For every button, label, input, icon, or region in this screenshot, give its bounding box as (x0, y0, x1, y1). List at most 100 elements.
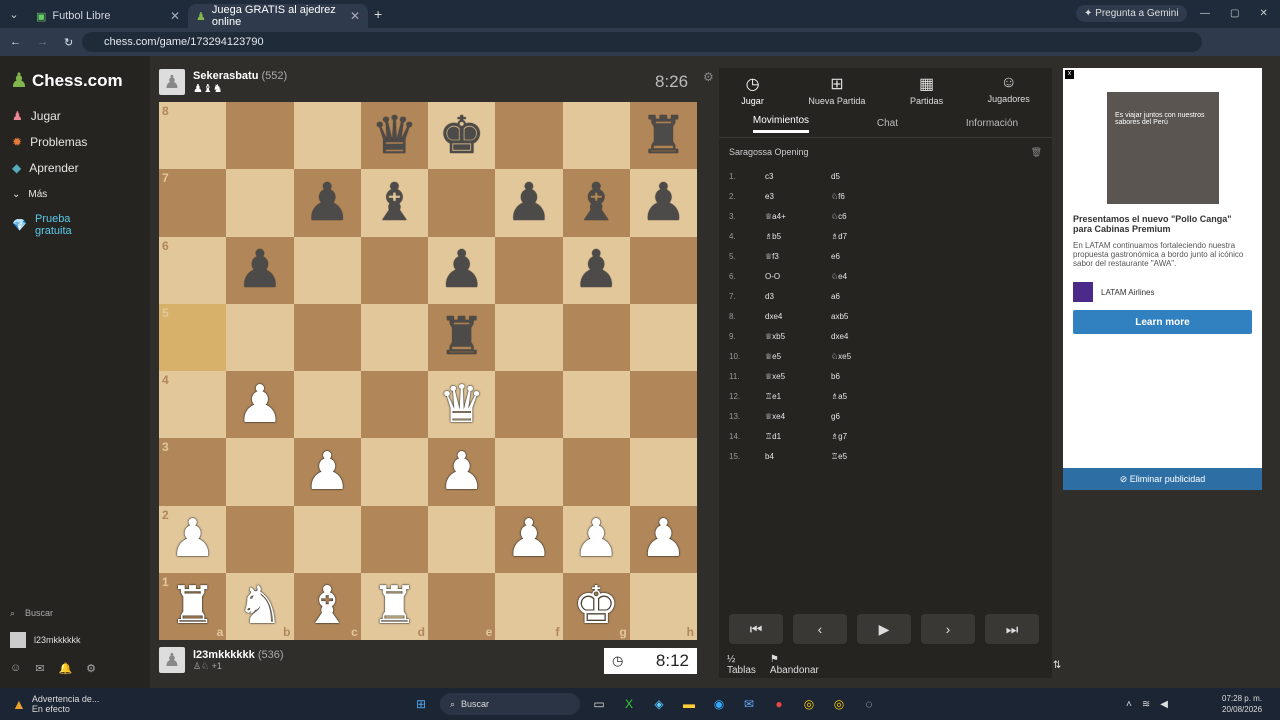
ad-choices-icon[interactable]: x (1065, 70, 1074, 79)
square-e1[interactable]: e (428, 572, 496, 640)
white-move[interactable]: ♕a4+ (765, 212, 831, 221)
wifi-icon[interactable]: ≋ (1142, 699, 1150, 710)
task-view-icon[interactable]: ▭ (588, 693, 610, 715)
black-pawn[interactable]: ♟ (304, 177, 351, 229)
edge-icon[interactable]: ◉ (708, 693, 730, 715)
square-c4[interactable] (293, 371, 361, 439)
close-tab-icon[interactable]: ✕ (170, 9, 180, 23)
black-pawn[interactable]: ♟ (438, 244, 485, 296)
tab-informacion[interactable]: Información (966, 118, 1018, 129)
black-move[interactable]: axb5 (831, 312, 891, 321)
square-f4[interactable] (495, 371, 563, 439)
app-icon[interactable]: ● (768, 693, 790, 715)
friends-icon[interactable]: ☺ (10, 662, 21, 675)
white-knight[interactable]: ♞ (237, 580, 284, 632)
chrome-icon-2[interactable]: ◎ (828, 693, 850, 715)
prev-move-button[interactable]: ‹ (793, 614, 847, 644)
tab-jugadores[interactable]: ☺ Jugadores (988, 74, 1030, 110)
white-pawn[interactable]: ♟ (640, 513, 687, 565)
white-move[interactable]: dxe4 (765, 312, 831, 321)
square-c5[interactable] (293, 303, 361, 371)
white-king[interactable]: ♚ (573, 580, 620, 632)
square-d4[interactable] (360, 371, 428, 439)
black-rook[interactable]: ♜ (640, 110, 687, 162)
gemini-button[interactable]: ✦ Pregunta a Gemini (1076, 5, 1187, 22)
sidebar-item-trial[interactable]: 💎 Prueba gratuita (0, 207, 150, 243)
square-f1[interactable]: f (495, 572, 563, 640)
gear-icon[interactable]: ⚙ (703, 70, 714, 84)
square-e3[interactable]: ♟ (428, 438, 496, 506)
square-a6[interactable]: 6 (159, 236, 227, 304)
white-move[interactable]: ♕e5 (765, 352, 831, 361)
black-pawn[interactable]: ♟ (237, 244, 284, 296)
sidebar-search[interactable]: ⌕ Buscar (10, 608, 53, 619)
square-b4[interactable]: ♟ (226, 371, 294, 439)
white-move[interactable]: ♕xe4 (765, 412, 831, 421)
square-g1[interactable]: g ♚ (562, 572, 630, 640)
white-rook[interactable]: ♜ (371, 580, 418, 632)
tab-list-icon[interactable]: ⌄ (0, 8, 28, 21)
reload-icon[interactable]: ↻ (64, 36, 73, 49)
clock[interactable]: 07:28 p. m. 20/08/2026 (1222, 693, 1262, 715)
first-move-button[interactable]: ⏮ (729, 614, 783, 644)
square-e4[interactable]: ♛ (428, 371, 496, 439)
white-move[interactable]: ♗b5 (765, 232, 831, 241)
ad-image[interactable]: Es viajar juntos con nuestros sabores de… (1107, 92, 1219, 204)
square-a5[interactable]: 5 (159, 303, 227, 371)
volume-icon[interactable]: ◀ (1160, 699, 1168, 710)
sidebar-item-mas[interactable]: ⌄ Más (0, 181, 150, 207)
square-g2[interactable]: ♟ (562, 505, 630, 573)
white-pawn[interactable]: ♟ (169, 513, 216, 565)
avatar[interactable]: ♟ (159, 69, 185, 95)
black-pawn[interactable]: ♟ (573, 244, 620, 296)
app-icon-2[interactable]: ◌ (858, 693, 880, 715)
black-move[interactable]: ♘f6 (831, 192, 891, 201)
square-c3[interactable]: ♟ (293, 438, 361, 506)
black-pawn[interactable]: ♟ (640, 177, 687, 229)
white-move[interactable]: c3 (765, 172, 831, 181)
messages-icon[interactable]: ✉ (35, 662, 44, 675)
square-a1[interactable]: 1 a ♜ (159, 572, 227, 640)
square-b7[interactable] (226, 169, 294, 237)
square-a7[interactable]: 7 (159, 169, 227, 237)
black-bishop[interactable]: ♝ (371, 177, 418, 229)
square-g6[interactable]: ♟ (562, 236, 630, 304)
square-c8[interactable] (293, 102, 361, 170)
black-move[interactable]: ♘c6 (831, 212, 891, 221)
sidebar-user[interactable]: l23mkkkkkk (10, 632, 81, 648)
square-b5[interactable] (226, 303, 294, 371)
black-move[interactable]: ♗d7 (831, 232, 891, 241)
square-e2[interactable] (428, 505, 496, 573)
square-e5[interactable]: ♜ (428, 303, 496, 371)
white-pawn[interactable]: ♟ (237, 379, 284, 431)
tab-jugar[interactable]: ◷ Jugar (741, 74, 764, 110)
square-d3[interactable] (360, 438, 428, 506)
black-move[interactable]: d5 (831, 172, 891, 181)
black-move[interactable]: ♖e5 (831, 452, 891, 461)
square-d1[interactable]: d ♜ (360, 572, 428, 640)
white-move[interactable]: b4 (765, 452, 831, 461)
square-d8[interactable]: ♛ (360, 102, 428, 170)
square-h2[interactable]: ♟ (629, 505, 697, 573)
sidebar-item-jugar[interactable]: ♟ Jugar (0, 103, 150, 129)
square-d2[interactable] (360, 505, 428, 573)
square-f5[interactable] (495, 303, 563, 371)
square-h5[interactable] (629, 303, 697, 371)
close-tab-icon[interactable]: ✕ (350, 9, 360, 23)
white-bishop[interactable]: ♝ (304, 580, 351, 632)
black-move[interactable]: ♗g7 (831, 432, 891, 441)
square-f8[interactable] (495, 102, 563, 170)
tab-chat[interactable]: Chat (877, 118, 898, 129)
tab-futbol-libre[interactable]: ▣ Futbol Libre ✕ (28, 4, 188, 28)
draw-button[interactable]: ½ Tablas (727, 654, 756, 676)
widget-icon[interactable]: ◈ (648, 693, 670, 715)
back-icon[interactable]: ← (10, 36, 21, 48)
white-pawn[interactable]: ♟ (438, 446, 485, 498)
white-rook[interactable]: ♜ (169, 580, 216, 632)
square-b1[interactable]: b ♞ (226, 572, 294, 640)
square-f7[interactable]: ♟ (495, 169, 563, 237)
chrome-icon[interactable]: ◎ (798, 693, 820, 715)
square-a8[interactable]: 8 (159, 102, 227, 170)
square-a3[interactable]: 3 (159, 438, 227, 506)
trash-icon[interactable]: 🗑 (1031, 147, 1042, 158)
